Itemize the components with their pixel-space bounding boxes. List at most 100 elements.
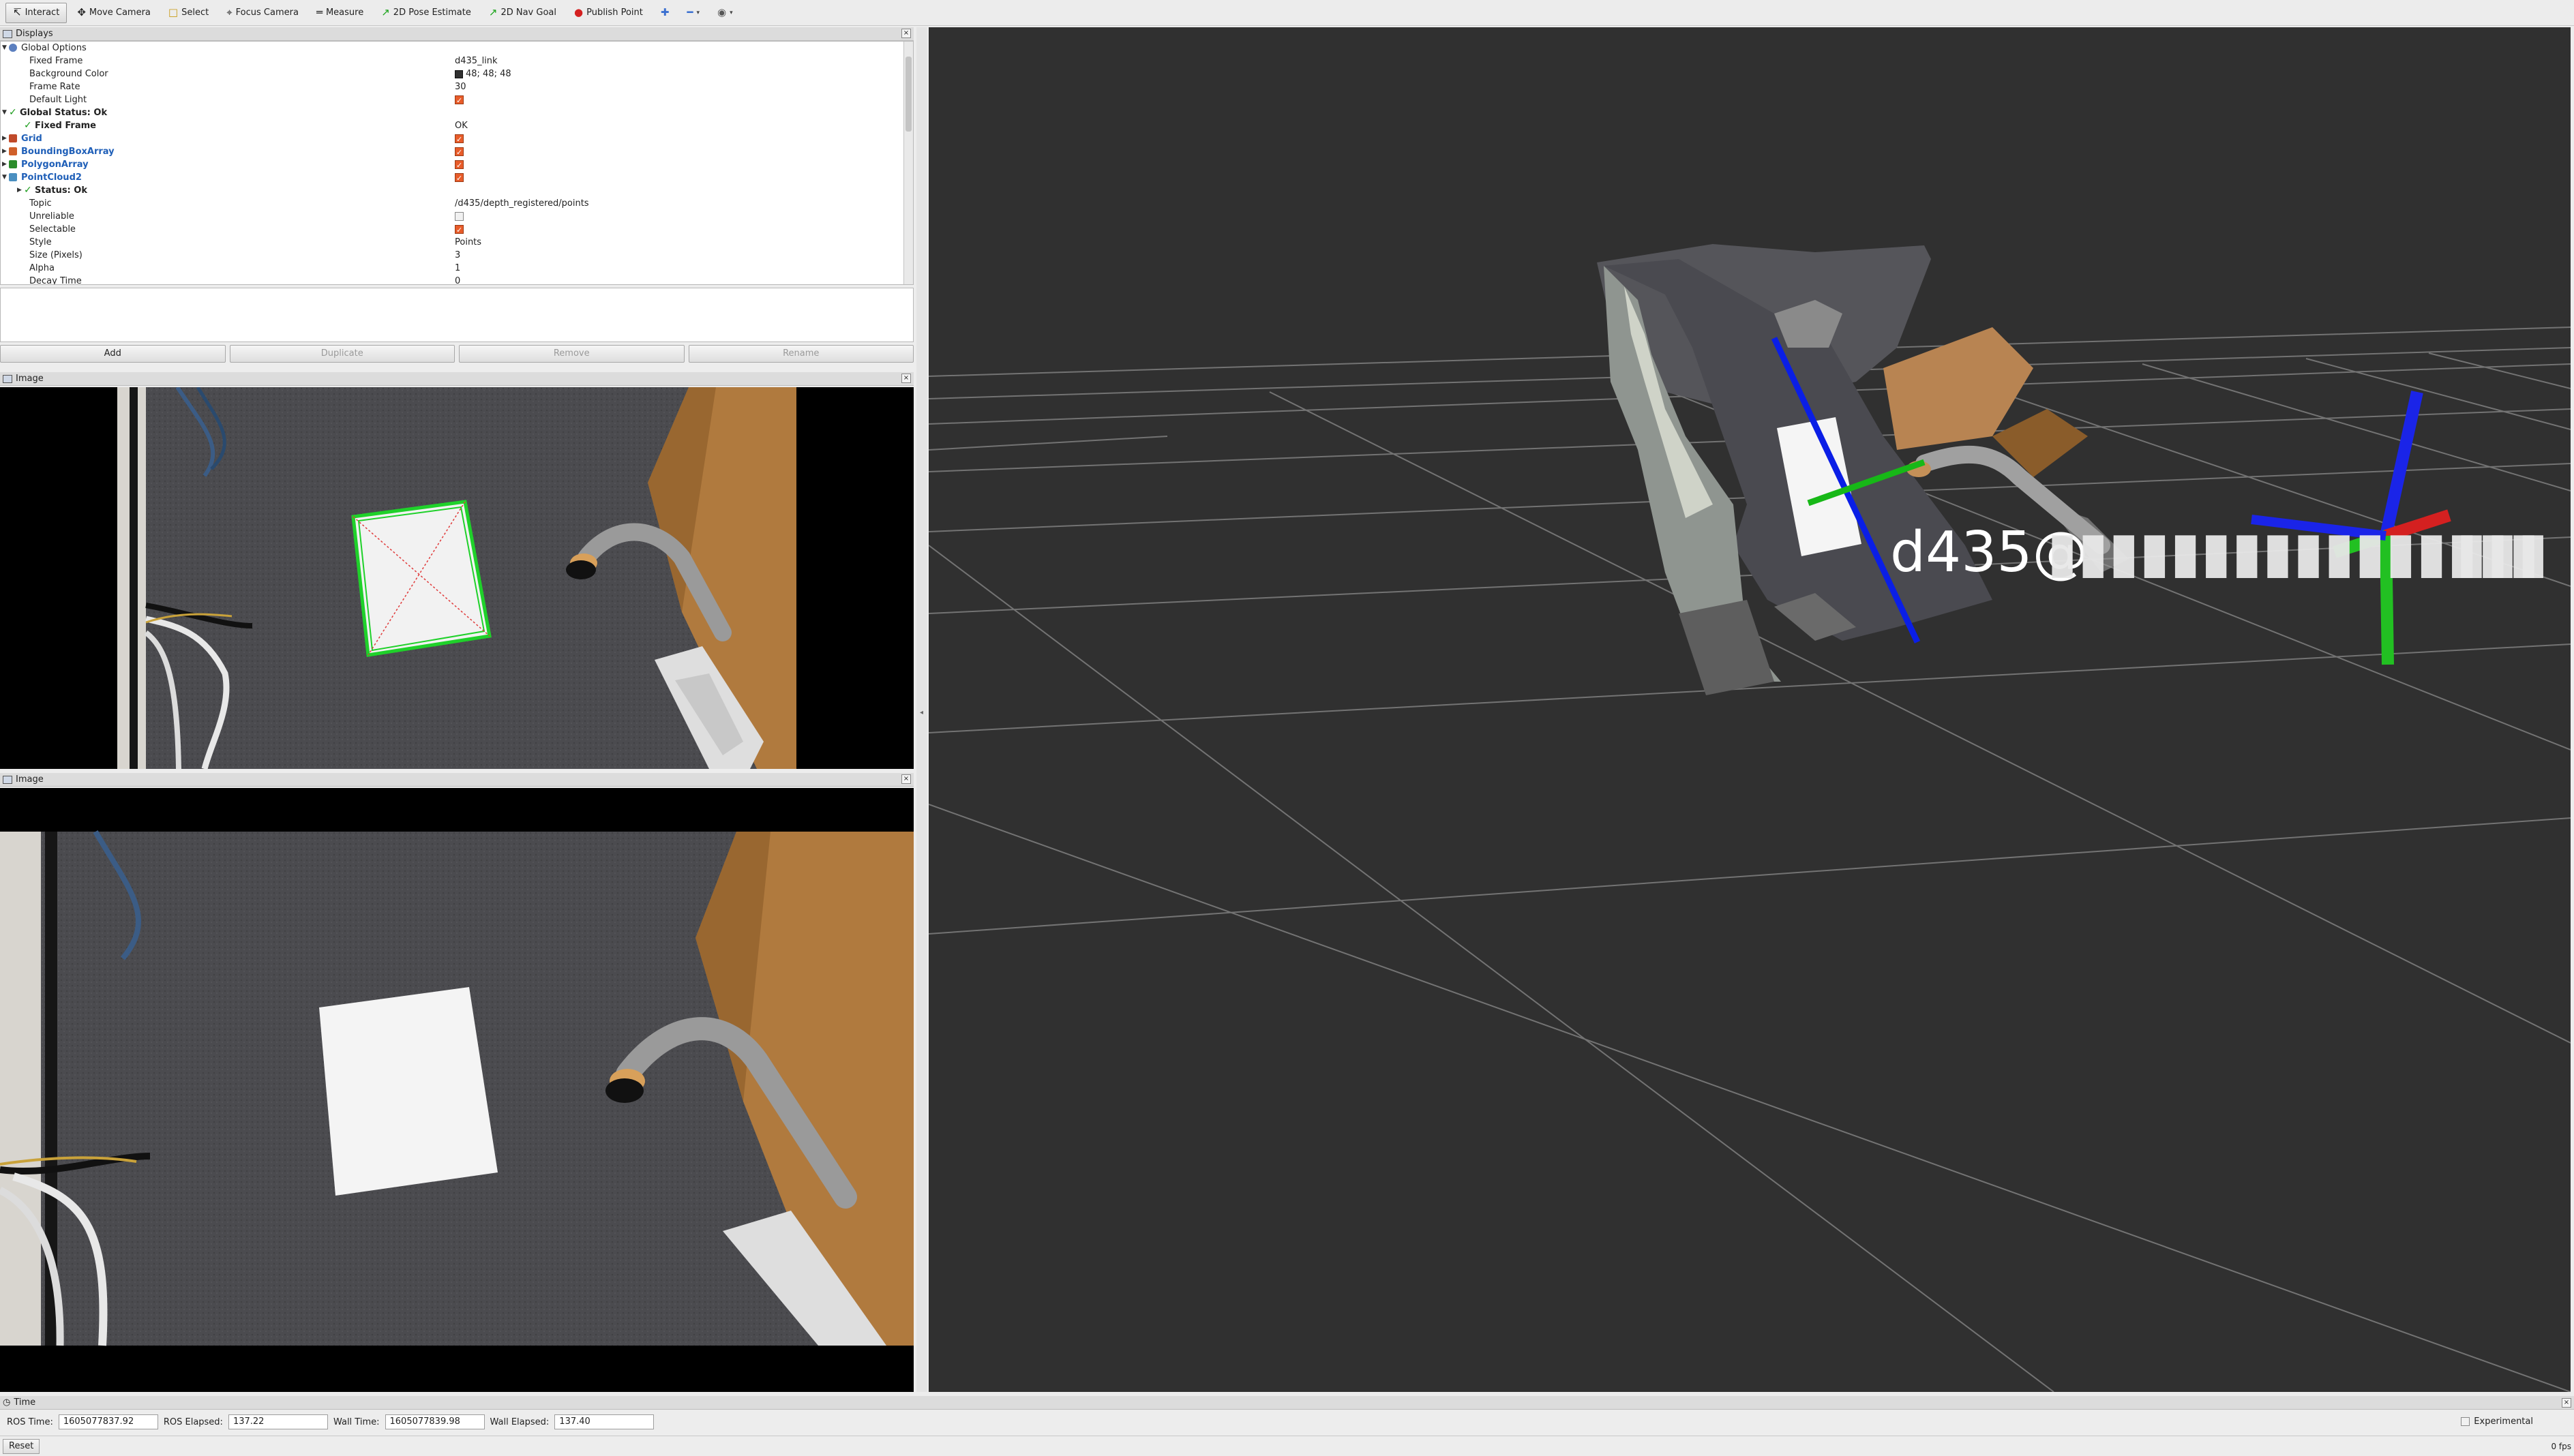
image-panel-1-title: Image × bbox=[0, 372, 914, 386]
add-display-button[interactable]: Add bbox=[0, 345, 226, 363]
displays-tree[interactable]: ▼ Global Options Fixed Frame d435_link Backg… bbox=[0, 41, 914, 285]
display-row-value[interactable]: /d435/depth_registered/points bbox=[455, 197, 589, 210]
collapse-arrow-icon[interactable]: ▶ bbox=[17, 184, 22, 197]
close-panel-icon[interactable]: × bbox=[2562, 1398, 2571, 1408]
tool-measure[interactable]: ═ Measure bbox=[309, 3, 371, 23]
tree-scrollbar[interactable] bbox=[903, 42, 913, 284]
collapse-arrow-icon[interactable]: ▶ bbox=[2, 132, 7, 145]
render-3d-view[interactable]: d435@ ▮▮▮▮▮▮▮▮▮▮▮▮▮▮▮▮ ▮▮▮ bbox=[929, 27, 2571, 1392]
ros-elapsed-field[interactable]: 137.22 bbox=[228, 1414, 328, 1429]
wall-elapsed-field[interactable]: 137.40 bbox=[554, 1414, 655, 1429]
color-swatch[interactable] bbox=[455, 70, 463, 78]
display-checkbox[interactable] bbox=[455, 172, 464, 185]
display-row-polygonarray[interactable]: ▶ PolygonArray bbox=[1, 158, 901, 172]
display-row-value[interactable]: 48; 48; 48 bbox=[455, 67, 511, 80]
display-row-selectable[interactable]: Selectable bbox=[1, 223, 901, 237]
tool-2d-nav-goal[interactable]: ↗ 2D Nav Goal bbox=[481, 3, 564, 23]
display-row-style[interactable]: Style Points bbox=[1, 236, 901, 249]
tool-2d-pose-estimate[interactable]: ↗ 2D Pose Estimate bbox=[374, 3, 479, 23]
display-checkbox[interactable] bbox=[455, 133, 464, 146]
clock-icon: ◷ bbox=[3, 1397, 11, 1408]
experimental-toggle[interactable]: Experimental bbox=[2461, 1416, 2533, 1427]
collapse-arrow-icon[interactable]: ▶ bbox=[2, 145, 7, 158]
display-row-value-text: 30 bbox=[455, 82, 466, 92]
reset-button[interactable]: Reset bbox=[3, 1438, 40, 1454]
display-row-size-pixels-[interactable]: Size (Pixels) 3 bbox=[1, 249, 901, 262]
display-row-value[interactable]: Points bbox=[455, 236, 481, 249]
display-checkbox[interactable] bbox=[455, 224, 464, 237]
cloud-display-icon bbox=[9, 173, 17, 181]
display-row-alpha[interactable]: Alpha 1 bbox=[1, 262, 901, 275]
display-row-value[interactable] bbox=[455, 223, 464, 237]
display-row-decay-time[interactable]: Decay Time 0 bbox=[1, 275, 901, 284]
display-row-value[interactable]: d435_link bbox=[455, 55, 498, 67]
display-row-value[interactable] bbox=[455, 145, 464, 159]
display-row-topic[interactable]: Topic/d435/depth_registered/points bbox=[1, 197, 901, 210]
display-checkbox[interactable] bbox=[455, 159, 464, 172]
image-panel-1-label: Image bbox=[16, 374, 44, 384]
display-row-grid[interactable]: ▶ Grid bbox=[1, 132, 901, 146]
display-row-unreliable[interactable]: Unreliable bbox=[1, 210, 901, 223]
close-panel-icon[interactable]: × bbox=[901, 374, 911, 383]
measure-icon: ═ bbox=[316, 6, 323, 18]
display-checkbox[interactable] bbox=[455, 146, 464, 159]
display-row-fixed-frame[interactable]: Fixed Frame d435_link bbox=[1, 55, 901, 67]
display-row-pointcloud2[interactable]: ▼ PointCloud2 bbox=[1, 171, 901, 185]
display-row-value[interactable] bbox=[455, 210, 464, 223]
display-row-fixed-frame[interactable]: ✓ Fixed Frame OK bbox=[1, 119, 901, 132]
display-row-value[interactable] bbox=[455, 158, 464, 172]
image-panel-icon bbox=[3, 374, 12, 383]
duplicate-display-button[interactable]: Duplicate bbox=[229, 345, 455, 363]
image-view-1[interactable] bbox=[0, 387, 914, 769]
splitter-handle-icon: ◂ bbox=[920, 709, 924, 716]
camera-type-icon: ◉ bbox=[717, 6, 727, 18]
display-row-value[interactable]: 0 bbox=[455, 275, 460, 284]
close-panel-icon[interactable]: × bbox=[901, 774, 911, 784]
add-tool-icon: ✚ bbox=[660, 6, 670, 18]
display-row-global-status-ok[interactable]: ▼ ✓ Global Status: Ok bbox=[1, 106, 901, 119]
display-row-label: Grid bbox=[21, 134, 42, 144]
display-row-value[interactable]: OK bbox=[455, 119, 468, 132]
remove-tool-button[interactable]: ━ ▾ bbox=[679, 3, 707, 23]
ros-time-field[interactable]: 1605077837.92 bbox=[58, 1414, 158, 1429]
rename-display-button[interactable]: Rename bbox=[688, 345, 914, 363]
add-tool-button[interactable]: ✚ bbox=[653, 3, 677, 23]
display-checkbox[interactable] bbox=[455, 212, 464, 221]
image-view-2[interactable] bbox=[0, 788, 914, 1392]
wall-time-field[interactable]: 1605077839.98 bbox=[385, 1414, 485, 1429]
expand-arrow-icon[interactable]: ▼ bbox=[2, 171, 7, 184]
close-panel-icon[interactable]: × bbox=[901, 29, 911, 38]
display-row-global-options[interactable]: ▼ Global Options bbox=[1, 42, 901, 55]
display-row-default-light[interactable]: Default Light bbox=[1, 93, 901, 107]
display-row-frame-rate[interactable]: Frame Rate 30 bbox=[1, 80, 901, 93]
tool-publish-point[interactable]: ● Publish Point bbox=[567, 3, 650, 23]
display-row-value-text: 1 bbox=[455, 263, 461, 273]
display-row-value[interactable]: 3 bbox=[455, 249, 460, 262]
display-row-label: Alpha bbox=[29, 263, 55, 273]
display-row-value[interactable] bbox=[455, 93, 464, 107]
collapse-arrow-icon[interactable]: ▶ bbox=[2, 158, 7, 171]
tool-label: 2D Pose Estimate bbox=[393, 7, 471, 18]
display-row-value[interactable]: 30 bbox=[455, 80, 466, 93]
tool-move-camera[interactable]: ✥ Move Camera bbox=[70, 3, 158, 23]
tool-select[interactable]: □ Select bbox=[161, 3, 216, 23]
tool-interact[interactable]: ↸ Interact bbox=[5, 2, 68, 23]
expand-arrow-icon[interactable]: ▼ bbox=[2, 42, 7, 55]
tool-label: Select bbox=[181, 7, 209, 18]
ros-elapsed-label: ROS Elapsed: bbox=[163, 1416, 223, 1427]
display-checkbox[interactable] bbox=[455, 94, 464, 107]
tree-scrollbar-thumb[interactable] bbox=[906, 57, 912, 132]
panel-splitter[interactable]: ◂ bbox=[916, 27, 927, 1392]
bbox-display-icon bbox=[9, 147, 17, 155]
display-row-value[interactable] bbox=[455, 132, 464, 146]
experimental-checkbox[interactable] bbox=[2461, 1417, 2470, 1426]
remove-display-button[interactable]: Remove bbox=[459, 345, 685, 363]
display-row-value[interactable] bbox=[455, 171, 464, 185]
display-row-status-ok[interactable]: ▶ ✓ Status: Ok bbox=[1, 184, 901, 197]
camera-type-button[interactable]: ◉ ▾ bbox=[710, 3, 740, 23]
display-row-boundingboxarray[interactable]: ▶ BoundingBoxArray bbox=[1, 145, 901, 159]
expand-arrow-icon[interactable]: ▼ bbox=[2, 106, 7, 119]
tool-focus-camera[interactable]: ⌖ Focus Camera bbox=[219, 3, 306, 23]
display-row-background-color[interactable]: Background Color 48; 48; 48 bbox=[1, 67, 901, 80]
display-row-value[interactable]: 1 bbox=[455, 262, 460, 275]
